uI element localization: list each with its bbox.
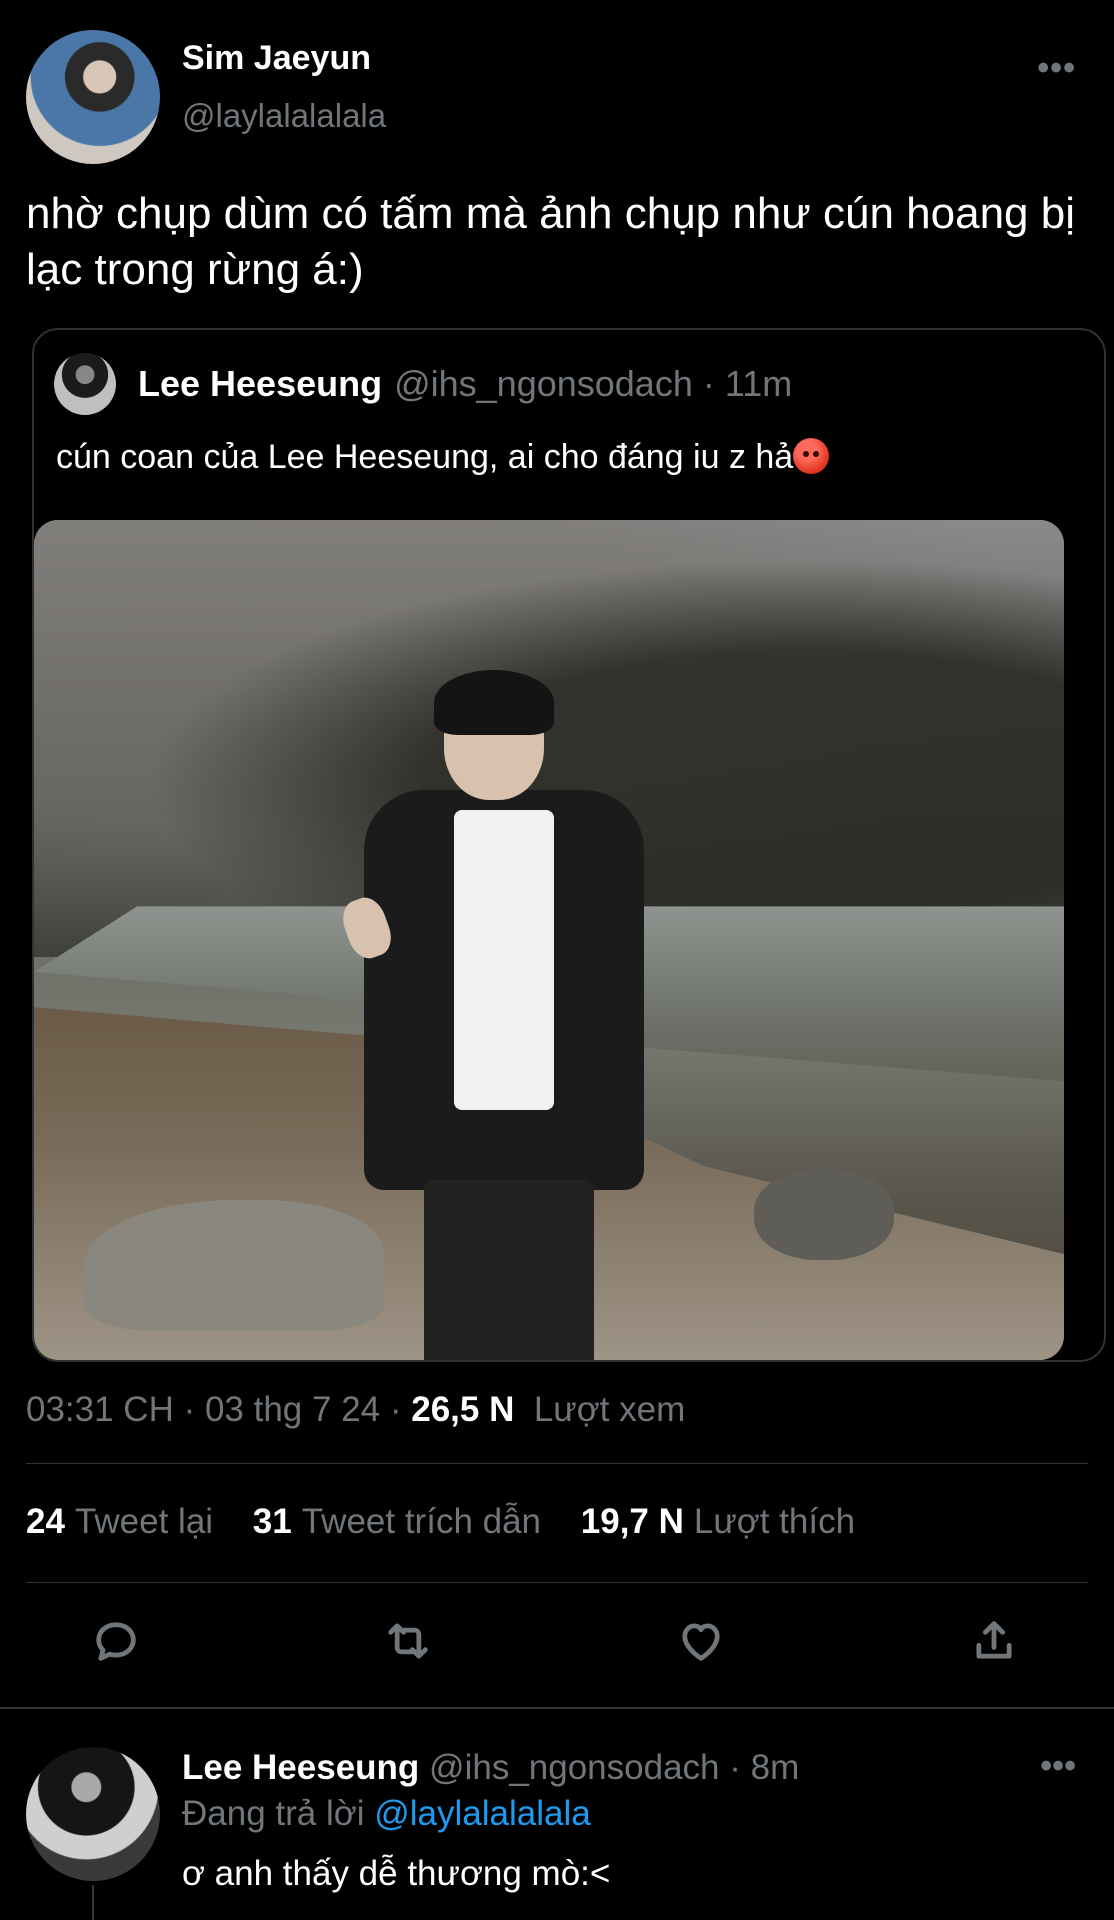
quoted-tweet-text-row: cún coan của Lee Heeseung, ai cho đáng i…	[56, 434, 830, 480]
reply-author-avatar[interactable]	[26, 1747, 160, 1881]
quotes-count: 31	[252, 1502, 292, 1541]
retweets-count: 24	[26, 1502, 65, 1541]
reply-author-name[interactable]: Lee Heeseung	[182, 1748, 419, 1787]
photo-rock	[84, 1200, 384, 1330]
quoted-author-avatar	[54, 353, 116, 415]
reply-author-meta[interactable]: @ihs_ngonsodach · 8m	[429, 1748, 799, 1787]
tweet-detail-page: Sim Jaeyun @laylalalalala ••• nhờ chụp d…	[0, 0, 1114, 1920]
retweets-stat[interactable]: 24 Tweet lại	[26, 1502, 213, 1541]
quoted-tweet-text: cún coan của Lee Heeseung, ai cho đáng i…	[56, 438, 794, 476]
views-count: 26,5 N	[411, 1390, 515, 1429]
replying-to-line: Đang trả lời @laylalalalala	[182, 1792, 591, 1836]
likes-count: 19,7 N	[580, 1502, 684, 1541]
quotes-label: Tweet trích dẫn	[301, 1502, 542, 1541]
tweet-actions	[0, 1615, 1114, 1675]
reply-header: Lee Heeseung @ihs_ngonsodach · 8m	[182, 1746, 799, 1790]
likes-label: Lượt thích	[693, 1502, 856, 1541]
divider	[26, 1582, 1088, 1583]
quotes-stat[interactable]: 31 Tweet trích dẫn	[253, 1502, 541, 1541]
author-avatar[interactable]	[26, 30, 160, 164]
author-handle[interactable]: @laylalalalala	[182, 94, 682, 138]
like-icon[interactable]	[675, 1615, 735, 1675]
reply-text: ơ anh thấy dễ thương mò:<	[182, 1854, 611, 1893]
views-label: Lượt xem	[533, 1390, 686, 1429]
engagement-stats: 24 Tweet lại 31 Tweet trích dẫn 19,7 N Lượt…	[26, 1502, 885, 1542]
thread-line	[92, 1885, 94, 1920]
quoted-tweet[interactable]: Lee Heeseung @ihs_ngonsodach · 11m cún c…	[32, 328, 1106, 1362]
retweets-label: Tweet lại	[74, 1502, 214, 1541]
reply-icon[interactable]	[90, 1615, 150, 1675]
replying-to-mention[interactable]: @laylalalalala	[374, 1794, 590, 1833]
photo-person-hair	[434, 670, 554, 735]
photo-person-shirt	[454, 810, 554, 1110]
angry-face-emoji-icon	[793, 438, 830, 474]
divider	[0, 1707, 1114, 1709]
author-info[interactable]: Sim Jaeyun @laylalalalala	[182, 36, 682, 138]
tweet-timestamp[interactable]: 03:31 CH · 03 thg 7 24 ·	[26, 1390, 411, 1429]
more-options-icon[interactable]: •••	[1037, 51, 1076, 85]
photo-rock	[754, 1170, 894, 1260]
share-icon[interactable]	[968, 1615, 1028, 1675]
divider	[26, 1463, 1088, 1464]
quoted-tweet-photo[interactable]	[34, 520, 1064, 1360]
quoted-author-name: Lee Heeseung	[138, 363, 383, 404]
quoted-author-meta: @ihs_ngonsodach · 11m	[394, 363, 793, 404]
photo-person-pants	[424, 1180, 594, 1360]
tweet-timestamp-row: 03:31 CH · 03 thg 7 24 · 26,5 N Lượt xem	[26, 1390, 685, 1430]
replying-to-prefix: Đang trả lời	[182, 1794, 375, 1833]
retweet-icon[interactable]	[382, 1615, 442, 1675]
quoted-tweet-header: Lee Heeseung @ihs_ngonsodach · 11m	[54, 352, 792, 416]
likes-stat[interactable]: 19,7 N Lượt thích	[581, 1502, 855, 1541]
author-name[interactable]: Sim Jaeyun	[182, 36, 682, 80]
tweet-text: nhờ chụp dùm có tấm mà ảnh chụp như cún …	[26, 189, 1075, 294]
reply-more-options-icon[interactable]: •••	[1040, 1749, 1076, 1783]
